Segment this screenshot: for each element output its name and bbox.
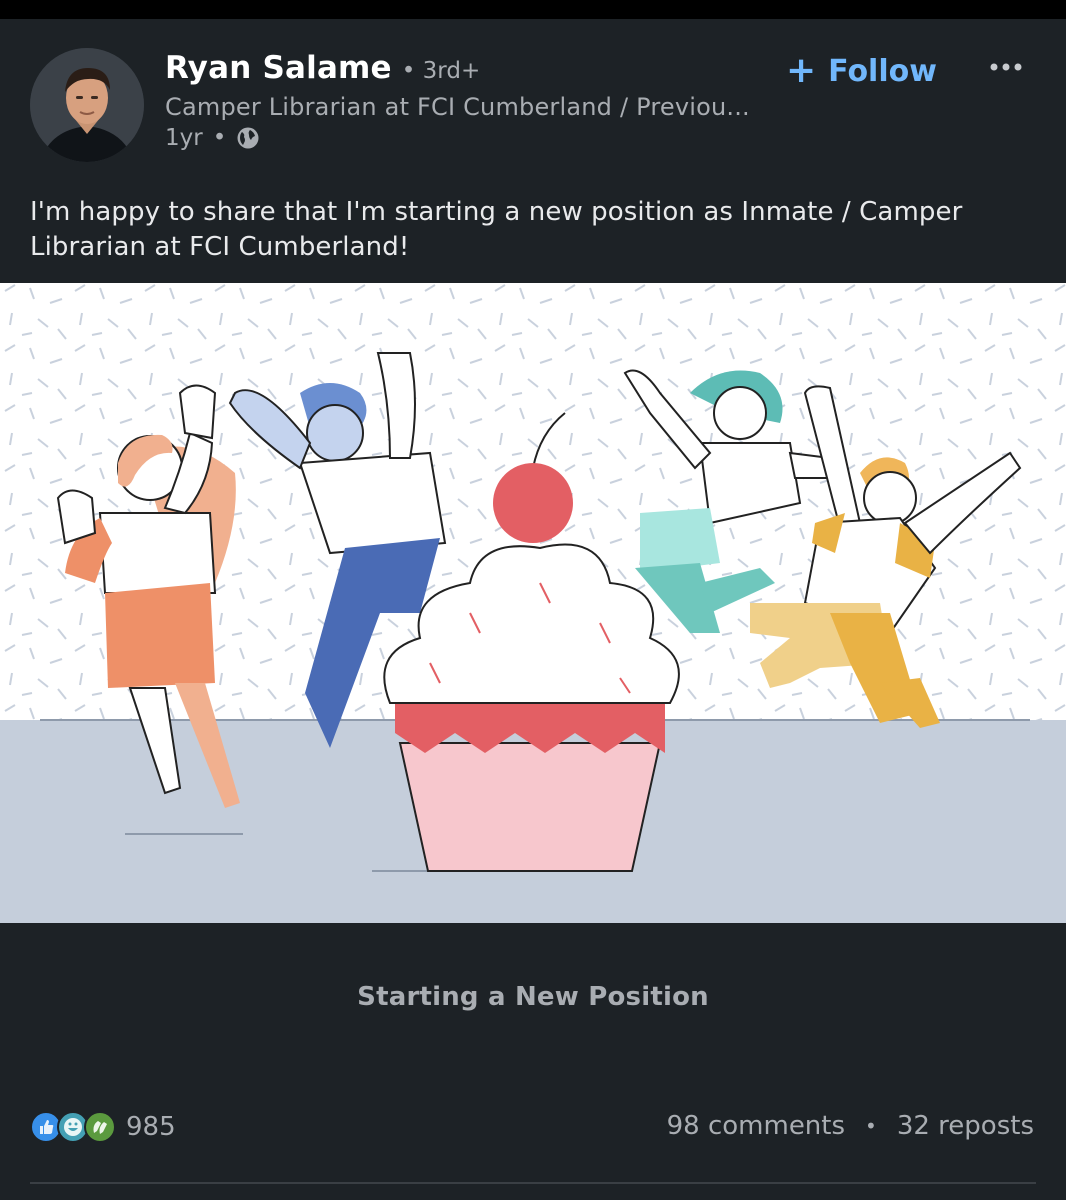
post-card: Ryan Salame • 3rd+ Camper Librarian at F… [0,19,1066,1200]
celebrate-icon [84,1111,116,1143]
post-age: 1yr [165,125,203,151]
reposts-count[interactable]: 32 reposts [897,1111,1034,1141]
social-counts: 98 comments • 32 reposts [667,1111,1034,1141]
plus-icon: + [786,50,817,91]
post-text: I'm happy to share that I'm starting a n… [30,197,963,262]
reactions-summary[interactable]: 985 [30,1111,176,1143]
status-bar [0,0,1066,19]
social-separator: • [865,1114,877,1138]
comments-count[interactable]: 98 comments [667,1111,845,1141]
follow-label: Follow [828,53,937,89]
reaction-count: 985 [126,1112,176,1142]
author-name[interactable]: Ryan Salame [165,50,392,86]
reaction-icons [30,1111,116,1143]
follow-button[interactable]: + Follow [786,53,937,89]
post-meta: 1yr • [165,125,260,151]
avatar-photo [30,48,144,162]
more-horizontal-icon[interactable] [988,55,1028,79]
author-avatar[interactable] [30,48,144,162]
author-name-row: Ryan Salame • 3rd+ [165,50,480,86]
author-headline: Camper Librarian at FCI Cumberland / Pre… [165,93,750,121]
connection-degree: • 3rd+ [401,58,481,84]
image-title[interactable]: Starting a New Position [0,982,1066,1012]
celebration-illustration [0,283,1066,923]
post-image[interactable] [0,283,1066,923]
globe-icon [236,126,260,150]
divider [30,1182,1036,1184]
meta-separator: • [212,125,227,151]
